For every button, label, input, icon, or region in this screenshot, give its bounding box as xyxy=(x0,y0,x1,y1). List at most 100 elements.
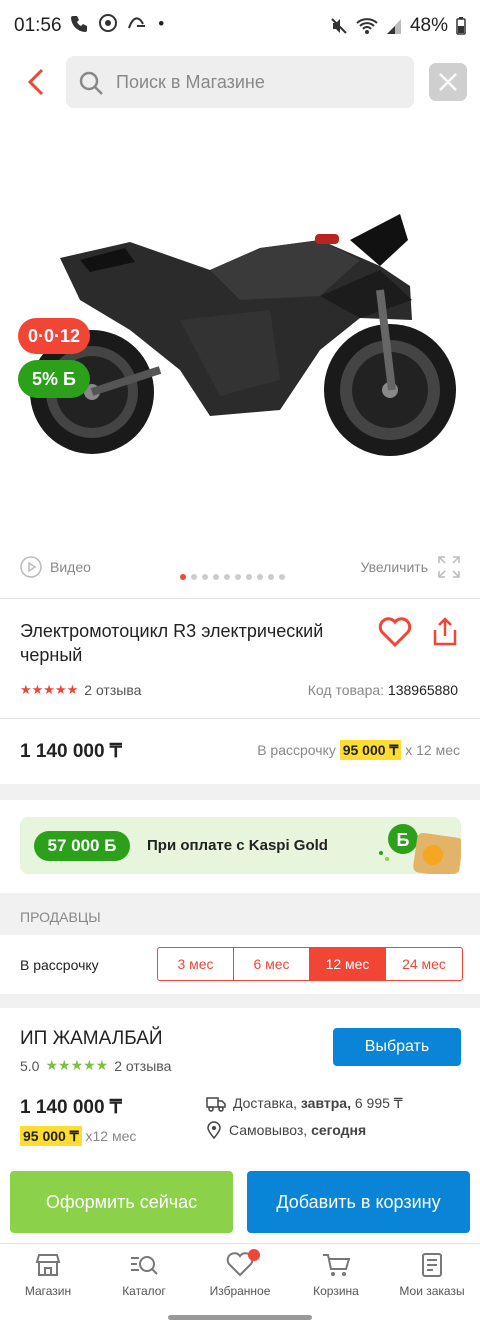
gallery-dot[interactable] xyxy=(246,574,252,580)
installment-amount: 95 000 ₸ xyxy=(339,740,402,760)
battery-percent: 48% xyxy=(409,15,448,36)
chevron-left-icon xyxy=(27,68,44,96)
svg-text:Б: Б xyxy=(397,830,410,850)
seller-price: 1 140 000 ₸ xyxy=(20,1097,122,1118)
product-code-value: 138965880 xyxy=(387,682,458,698)
home-indicator[interactable] xyxy=(168,1315,312,1320)
zoom-button[interactable]: Увеличить xyxy=(360,556,460,578)
nav-orders-label: Мои заказы xyxy=(399,1284,465,1298)
delivery-day: завтра, xyxy=(300,1095,351,1111)
seller-installment-suffix: x12 мес xyxy=(85,1128,137,1144)
favorite-button[interactable] xyxy=(378,616,412,653)
kaspi-gold-banner[interactable]: 57 000 Б При оплате с Kaspi Gold Б xyxy=(20,817,461,874)
tab-6-months[interactable]: 6 мес xyxy=(234,948,310,980)
delivery-price: 6 995 ₸ xyxy=(354,1095,403,1111)
bonus-percent: 5% xyxy=(32,369,59,389)
video-label: Видео xyxy=(50,559,91,575)
gallery-dot[interactable] xyxy=(279,574,285,580)
rating-stars: ★★★★★ xyxy=(20,682,79,697)
installment-tabs-label: В рассрочку xyxy=(20,957,99,973)
seller-reviews: 2 отзыва xyxy=(114,1057,172,1074)
installment-prefix: В рассрочку xyxy=(257,742,336,758)
expand-icon xyxy=(438,556,460,578)
seller-rating: 5.0 ★★★★★ 2 отзыва xyxy=(20,1057,171,1074)
gallery-dots xyxy=(180,574,285,580)
zoom-label: Увеличить xyxy=(360,559,428,575)
section-gap xyxy=(0,994,480,1008)
top-bar xyxy=(0,56,480,108)
gallery-dot[interactable] xyxy=(202,574,208,580)
installment-tabs: 3 мес 6 мес 12 мес 24 мес xyxy=(157,947,463,981)
product-code-label: Код товара: xyxy=(307,682,385,698)
nav-store[interactable]: Магазин xyxy=(0,1244,96,1305)
buy-now-button[interactable]: Оформить сейчас xyxy=(10,1171,233,1233)
gallery-dot[interactable] xyxy=(235,574,241,580)
product-rating[interactable]: ★★★★★ 2 отзыва xyxy=(20,682,141,698)
gallery-dot[interactable] xyxy=(257,574,263,580)
seller-name[interactable]: ИП ЖАМАЛБАЙ xyxy=(20,1028,163,1050)
status-bar: 01:56 • 48% xyxy=(0,0,480,52)
notification-dot-icon: • xyxy=(158,14,171,33)
gallery-dot[interactable] xyxy=(213,574,219,580)
kaspi-gold-symbol: Б xyxy=(104,836,117,855)
installment-suffix: x 12 мес xyxy=(405,742,460,758)
share-icon xyxy=(433,617,457,646)
cart-icon xyxy=(323,1254,351,1276)
app-icon xyxy=(128,17,146,29)
play-circle-icon xyxy=(20,556,42,578)
search-input[interactable] xyxy=(116,56,406,108)
kaspi-gold-value: 57 000 xyxy=(47,836,100,855)
nav-catalog-label: Каталог xyxy=(122,1284,166,1298)
choose-seller-button[interactable]: Выбрать xyxy=(333,1028,461,1066)
divider xyxy=(0,598,480,599)
product-price: 1 140 000 ₸ xyxy=(20,741,122,762)
divider xyxy=(0,718,480,719)
back-button[interactable] xyxy=(22,66,50,98)
video-button[interactable]: Видео xyxy=(20,556,91,578)
orders-icon xyxy=(422,1253,442,1277)
nav-catalog[interactable]: Каталог xyxy=(96,1244,192,1305)
gallery-dot[interactable] xyxy=(180,574,186,580)
phone-wifi-icon xyxy=(71,16,87,32)
pickup-prefix: Самовывоз, xyxy=(229,1122,308,1138)
delivery-prefix: Доставка, xyxy=(233,1095,298,1111)
gallery-dot[interactable] xyxy=(268,574,274,580)
pickup-info: Самовывоз, сегодня xyxy=(206,1121,366,1139)
product-code: Код товара: 138965880 xyxy=(308,682,458,698)
nav-orders[interactable]: Мои заказы xyxy=(384,1244,480,1305)
nav-store-label: Магазин xyxy=(24,1284,72,1298)
nav-favorites[interactable]: Избранное xyxy=(192,1244,288,1305)
store-icon xyxy=(35,1254,61,1276)
status-right: 48% xyxy=(330,15,466,37)
nav-cart[interactable]: Корзина xyxy=(288,1244,384,1305)
kaspi-gold-amount: 57 000 Б xyxy=(34,831,130,861)
seller-installment-amount: 95 000 ₸ xyxy=(20,1126,82,1146)
search-box[interactable] xyxy=(66,56,414,108)
installment-info: В рассрочку 95 000 ₸ x 12 мес xyxy=(257,740,460,760)
gallery-dot[interactable] xyxy=(191,574,197,580)
add-to-cart-button[interactable]: Добавить в корзину xyxy=(247,1171,470,1233)
product-title: Электромотоцикл R3 электрический черный xyxy=(20,621,324,665)
seller-rating-value: 5.0 xyxy=(20,1057,40,1074)
truck-icon xyxy=(206,1096,226,1112)
pickup-day: сегодня xyxy=(311,1122,367,1138)
catalog-search-icon xyxy=(131,1256,158,1275)
seller-rating-stars: ★★★★★ xyxy=(45,1057,109,1073)
bonus-symbol: Б xyxy=(63,369,76,389)
installment-badge: 0·0·12 xyxy=(18,318,90,354)
kaspi-bonus-icon: Б xyxy=(379,824,461,874)
close-button[interactable] xyxy=(429,63,467,101)
bonus-badge: 5% Б xyxy=(18,360,90,398)
chrome-icon xyxy=(98,14,117,32)
seller-installment: 95 000 ₸ x12 мес xyxy=(20,1126,137,1146)
tab-3-months[interactable]: 3 мес xyxy=(158,948,234,980)
share-button[interactable] xyxy=(430,616,460,653)
gallery-dot[interactable] xyxy=(224,574,230,580)
search-icon xyxy=(79,71,103,95)
tab-24-months[interactable]: 24 мес xyxy=(386,948,462,980)
section-gap xyxy=(0,784,480,800)
status-left-icons: • xyxy=(70,14,170,34)
bottom-nav: Магазин Каталог Избранное Корзина Мои за… xyxy=(0,1243,480,1305)
tab-12-months[interactable]: 12 мес xyxy=(310,948,386,980)
heart-icon xyxy=(378,617,412,648)
